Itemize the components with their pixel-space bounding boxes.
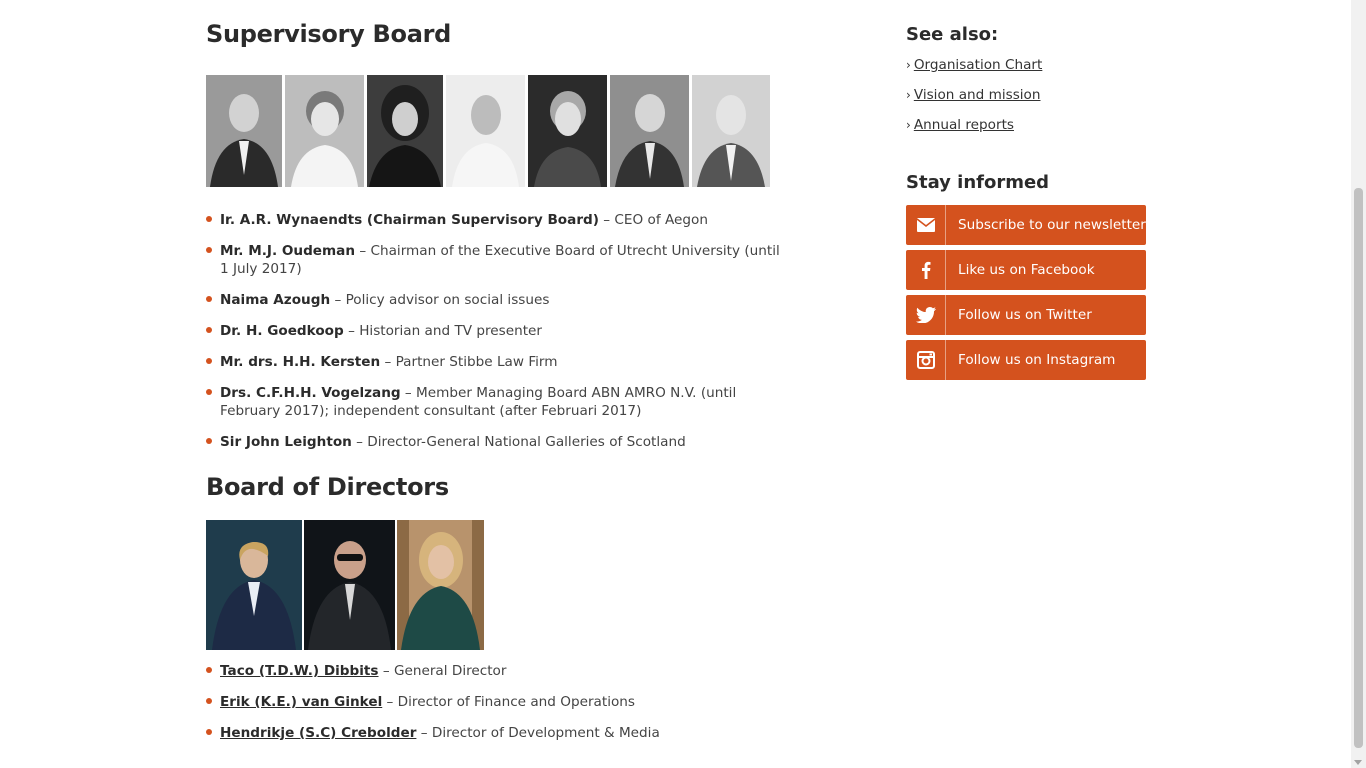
chevron-right-icon: ›: [906, 88, 911, 102]
see-also-item: › Vision and mission: [906, 87, 1042, 117]
board-of-directors-photos: [206, 520, 484, 650]
vision-and-mission-link[interactable]: Vision and mission: [914, 87, 1041, 103]
board-of-directors-heading: Board of Directors: [206, 473, 449, 501]
director-link[interactable]: Taco (T.D.W.) Dibbits: [220, 663, 379, 679]
portrait-photo: [610, 75, 689, 187]
list-item: Drs. C.F.H.H. Vogelzang – Member Managin…: [206, 384, 786, 420]
instagram-button[interactable]: Follow us on Instagram: [906, 340, 1146, 380]
portrait-photo: [446, 75, 525, 187]
scroll-down-arrow-icon[interactable]: [1354, 760, 1362, 765]
organisation-chart-link[interactable]: Organisation Chart: [914, 57, 1043, 73]
supervisory-board-heading: Supervisory Board: [206, 20, 452, 48]
see-also-heading: See also:: [906, 24, 999, 45]
list-item: Taco (T.D.W.) Dibbits – General Director: [206, 662, 786, 680]
facebook-icon: [906, 250, 946, 290]
twitter-icon: [906, 295, 946, 335]
portrait-photo: [397, 520, 484, 650]
facebook-button[interactable]: Like us on Facebook: [906, 250, 1146, 290]
portrait-photo: [206, 520, 302, 650]
director-link[interactable]: Hendrikje (S.C) Crebolder: [220, 725, 416, 741]
scrollbar-thumb[interactable]: [1354, 188, 1363, 748]
portrait-photo: [367, 75, 443, 187]
list-item: Naima Azough – Policy advisor on social …: [206, 291, 786, 309]
see-also-item: › Annual reports: [906, 117, 1042, 147]
list-item: Mr. drs. H.H. Kersten – Partner Stibbe L…: [206, 353, 786, 371]
see-also-links: › Organisation Chart › Vision and mission …: [906, 57, 1042, 147]
list-item: Hendrikje (S.C) Crebolder – Director of …: [206, 724, 786, 742]
list-item: Sir John Leighton – Director-General Nat…: [206, 433, 786, 451]
supervisory-board-list: Ir. A.R. Wynaendts (Chairman Supervisory…: [206, 211, 786, 464]
stay-informed-heading: Stay informed: [906, 172, 1050, 193]
list-item: Ir. A.R. Wynaendts (Chairman Supervisory…: [206, 211, 786, 229]
mail-icon: [906, 205, 946, 245]
list-item: Erik (K.E.) van Ginkel – Director of Fin…: [206, 693, 786, 711]
supervisory-board-photos: [206, 75, 770, 187]
portrait-photo: [304, 520, 395, 650]
portrait-photo: [206, 75, 282, 187]
twitter-button[interactable]: Follow us on Twitter: [906, 295, 1146, 335]
list-item: Mr. M.J. Oudeman – Chairman of the Execu…: [206, 242, 786, 278]
portrait-photo: [285, 75, 364, 187]
portrait-photo: [528, 75, 607, 187]
list-item: Dr. H. Goedkoop – Historian and TV prese…: [206, 322, 786, 340]
chevron-right-icon: ›: [906, 58, 911, 72]
portrait-photo: [692, 75, 770, 187]
vertical-scrollbar[interactable]: [1351, 0, 1366, 768]
annual-reports-link[interactable]: Annual reports: [914, 117, 1014, 133]
instagram-icon: [906, 340, 946, 380]
director-link[interactable]: Erik (K.E.) van Ginkel: [220, 694, 382, 710]
newsletter-button[interactable]: Subscribe to our newsletter: [906, 205, 1146, 245]
chevron-right-icon: ›: [906, 118, 911, 132]
see-also-item: › Organisation Chart: [906, 57, 1042, 87]
board-of-directors-list: Taco (T.D.W.) Dibbits – General Director…: [206, 662, 786, 755]
